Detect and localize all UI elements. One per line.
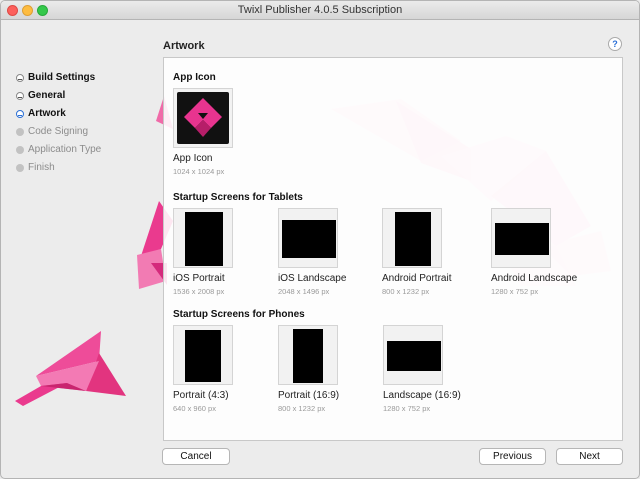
phone-portrait-16-9[interactable]: Portrait (16:9) 800 x 1232 px — [278, 325, 388, 413]
image-label: iOS Portrait — [173, 273, 225, 284]
image-size: 800 x 1232 px — [278, 404, 326, 413]
image-label: Portrait (16:9) — [278, 390, 340, 401]
image-label: Portrait (4:3) — [173, 390, 229, 401]
app-icon-well[interactable] — [173, 88, 233, 148]
step-finish: Finish — [15, 161, 155, 179]
tablet-ios-portrait[interactable]: iOS Portrait 1536 x 2008 px — [173, 208, 283, 296]
phone-portrait-4-3-well[interactable] — [173, 325, 233, 385]
app-window: Twixl Publisher 4.0.5 Subscription Build… — [0, 0, 640, 479]
tablet-android-landscape[interactable]: Android Landscape 1280 x 752 px — [491, 208, 601, 296]
image-size: 1280 x 752 px — [383, 404, 431, 413]
screen-placeholder — [282, 220, 336, 258]
app-icon-item[interactable]: App Icon 1024 x 1024 px — [173, 88, 283, 176]
phone-portrait-4-3[interactable]: Portrait (4:3) 640 x 960 px — [173, 325, 283, 413]
image-size: 2048 x 1496 px — [278, 287, 330, 296]
image-label: Android Landscape — [491, 273, 578, 284]
phones-section-title: Startup Screens for Phones — [173, 309, 305, 320]
step-pending-icon — [16, 146, 24, 154]
image-size: 640 x 960 px — [173, 404, 216, 413]
ios-portrait-well[interactable] — [173, 208, 233, 268]
pink-bird-bottom — [15, 331, 126, 406]
previous-button[interactable]: Previous — [479, 448, 546, 465]
step-done-icon — [16, 92, 24, 100]
screen-placeholder — [185, 330, 221, 382]
app-logo-icon — [177, 92, 229, 144]
screen-placeholder — [293, 329, 323, 383]
ios-landscape-well[interactable] — [278, 208, 338, 268]
tablets-section-title: Startup Screens for Tablets — [173, 192, 303, 203]
tablet-android-portrait[interactable]: Android Portrait 800 x 1232 px — [382, 208, 492, 296]
app-icon-size: 1024 x 1024 px — [173, 167, 225, 176]
phone-portrait-16-9-well[interactable] — [278, 325, 338, 385]
screen-placeholder — [395, 212, 431, 266]
step-build-settings[interactable]: Build Settings — [15, 71, 155, 89]
step-label: General — [28, 90, 66, 101]
step-application-type: Application Type — [15, 143, 155, 161]
image-size: 1280 x 752 px — [491, 287, 539, 296]
image-size: 800 x 1232 px — [382, 287, 430, 296]
app-icon-section-title: App Icon — [173, 72, 216, 83]
page-title: Artwork — [163, 40, 205, 52]
step-label: Build Settings — [28, 72, 96, 83]
artwork-panel: App Icon App Icon 1024 x 1024 px Startup… — [163, 57, 623, 441]
step-label: Application Type — [28, 144, 102, 155]
step-label: Artwork — [28, 108, 66, 119]
help-button[interactable]: ? — [608, 37, 622, 51]
image-label: Android Portrait — [382, 273, 452, 284]
android-landscape-well[interactable] — [491, 208, 551, 268]
step-pending-icon — [16, 128, 24, 136]
screen-placeholder — [387, 341, 441, 371]
step-label: Finish — [28, 162, 55, 173]
step-current-icon — [16, 110, 24, 118]
step-label: Code Signing — [28, 126, 89, 137]
step-general[interactable]: General — [15, 89, 155, 107]
image-size: 1536 x 2008 px — [173, 287, 225, 296]
image-label: Landscape (16:9) — [383, 390, 461, 401]
image-label: iOS Landscape — [278, 273, 347, 284]
step-code-signing: Code Signing — [15, 125, 155, 143]
tablet-ios-landscape[interactable]: iOS Landscape 2048 x 1496 px — [278, 208, 388, 296]
android-portrait-well[interactable] — [382, 208, 442, 268]
wizard-steps: Build Settings General Artwork Code Sign… — [15, 71, 155, 179]
screen-placeholder — [495, 223, 549, 255]
phone-landscape-16-9[interactable]: Landscape (16:9) 1280 x 752 px — [383, 325, 493, 413]
step-pending-icon — [16, 164, 24, 172]
window-title: Twixl Publisher 4.0.5 Subscription — [237, 4, 403, 16]
phone-landscape-16-9-well[interactable] — [383, 325, 443, 385]
app-icon-label: App Icon — [173, 153, 213, 164]
next-button[interactable]: Next — [556, 448, 623, 465]
step-done-icon — [16, 74, 24, 82]
step-artwork[interactable]: Artwork — [15, 107, 155, 125]
cancel-button[interactable]: Cancel — [162, 448, 230, 465]
screen-placeholder — [185, 212, 223, 266]
title-bar: Twixl Publisher 4.0.5 Subscription — [1, 1, 639, 20]
